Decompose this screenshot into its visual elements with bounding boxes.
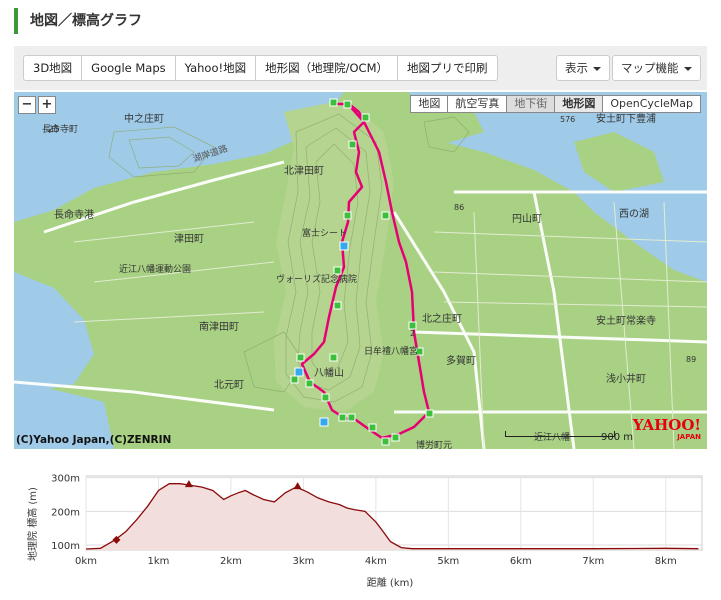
svg-text:北津田町: 北津田町 xyxy=(284,165,324,177)
svg-text:北元町: 北元町 xyxy=(214,379,244,391)
svg-text:近江八幡運動公園: 近江八幡運動公園 xyxy=(119,263,191,275)
map-type-selector: 地図 航空写真 地下街 地形図 OpenCycleMap xyxy=(410,95,701,113)
svg-text:86: 86 xyxy=(454,203,464,212)
scale-bar xyxy=(505,431,615,437)
chevron-down-icon xyxy=(593,66,601,71)
svg-text:西の湖: 西の湖 xyxy=(619,208,649,220)
x-tick-label: 5km xyxy=(437,556,459,567)
svg-text:多賀町: 多賀町 xyxy=(446,354,476,367)
svg-text:津田町: 津田町 xyxy=(174,233,204,245)
x-tick-label: 4km xyxy=(365,556,387,567)
map-features-dropdown[interactable]: マップ機能 xyxy=(612,55,701,81)
y-tick-label: 300m xyxy=(51,474,80,485)
svg-text:2: 2 xyxy=(410,329,415,338)
x-tick-label: 7km xyxy=(582,556,604,567)
svg-text:博労町元: 博労町元 xyxy=(416,439,452,449)
map-link-buttons: 3D地図 Google Maps Yahoo!地図 地形図（地理院/OCM） 地… xyxy=(23,55,498,81)
yahoo-map-button[interactable]: Yahoo!地図 xyxy=(174,55,257,81)
chevron-down-icon xyxy=(683,66,692,71)
map-copyright: (C)Yahoo Japan,(C)ZENRIN xyxy=(16,434,172,446)
svg-text:八幡山: 八幡山 xyxy=(314,366,344,379)
topo-map-button[interactable]: 地形図（地理院/OCM） xyxy=(255,55,399,81)
svg-text:576: 576 xyxy=(560,115,575,124)
elevation-chart: 100m 200m 300m 0km 1km 2km 3km 4km 5km 6km 7km 8km… xyxy=(26,474,703,589)
scale-label: 900 m xyxy=(600,432,633,443)
map-toolbar: 3D地図 Google Maps Yahoo!地図 地形図（地理院/OCM） 地… xyxy=(14,46,707,90)
svg-text:安土町常楽寺: 安土町常楽寺 xyxy=(596,314,656,327)
svg-text:日牟禮八幡宮: 日牟禮八幡宮 xyxy=(364,345,418,357)
svg-text:ヴォーリズ記念病院: ヴォーリズ記念病院 xyxy=(276,273,357,285)
zoom-in-button[interactable]: + xyxy=(38,96,56,114)
map-view[interactable]: 中之庄町 長命寺町 長命寺港 北津田町 津田町 近江八幡運動公園 富士シート ヴ… xyxy=(14,92,707,449)
x-tick-label: 8km xyxy=(655,556,677,567)
map-type-topo[interactable]: 地形図 xyxy=(554,95,604,113)
x-tick-label: 0km xyxy=(75,556,97,567)
topographic-map: 中之庄町 長命寺町 長命寺港 北津田町 津田町 近江八幡運動公園 富士シート ヴ… xyxy=(14,92,707,449)
svg-text:円山町: 円山町 xyxy=(512,213,542,225)
x-tick-label: 6km xyxy=(510,556,532,567)
svg-text:浅小井町: 浅小井町 xyxy=(606,372,646,385)
page-title: 地図／標高グラフ xyxy=(14,8,142,34)
map-type-underground[interactable]: 地下街 xyxy=(506,95,556,113)
3d-map-button[interactable]: 3D地図 xyxy=(23,55,83,81)
x-tick-label: 2km xyxy=(220,556,242,567)
y-tick-label: 100m xyxy=(51,541,80,552)
map-type-opencyclemap[interactable]: OpenCycleMap xyxy=(602,95,701,113)
x-tick-label: 1km xyxy=(148,556,170,567)
svg-text:富士シート: 富士シート xyxy=(302,227,347,239)
svg-text:安土町下豊浦: 安土町下豊浦 xyxy=(596,112,656,125)
svg-text:長命寺港: 長命寺港 xyxy=(54,208,94,221)
map-label: 中之庄町 xyxy=(124,112,164,125)
svg-text:25: 25 xyxy=(48,125,59,135)
x-axis-label: 距離 (km) xyxy=(367,576,414,589)
y-axis-label: 地理院 標高 (m) xyxy=(26,487,39,561)
svg-text:南津田町: 南津田町 xyxy=(199,320,239,333)
zoom-out-button[interactable]: − xyxy=(18,96,36,114)
google-maps-button[interactable]: Google Maps xyxy=(81,55,176,81)
print-map-button[interactable]: 地図プリで印刷 xyxy=(397,55,498,81)
display-dropdown[interactable]: 表示 xyxy=(556,55,610,81)
display-dropdown-label: 表示 xyxy=(565,61,588,75)
map-type-aerial[interactable]: 航空写真 xyxy=(447,95,508,113)
map-features-label: マップ機能 xyxy=(621,61,679,75)
map-type-map[interactable]: 地図 xyxy=(410,95,449,113)
yahoo-logo: YAHOO! JAPAN xyxy=(632,416,701,442)
x-tick-label: 3km xyxy=(292,556,314,567)
svg-text:北之庄町: 北之庄町 xyxy=(422,312,462,325)
y-tick-label: 200m xyxy=(51,507,80,518)
svg-text:89: 89 xyxy=(686,355,696,364)
